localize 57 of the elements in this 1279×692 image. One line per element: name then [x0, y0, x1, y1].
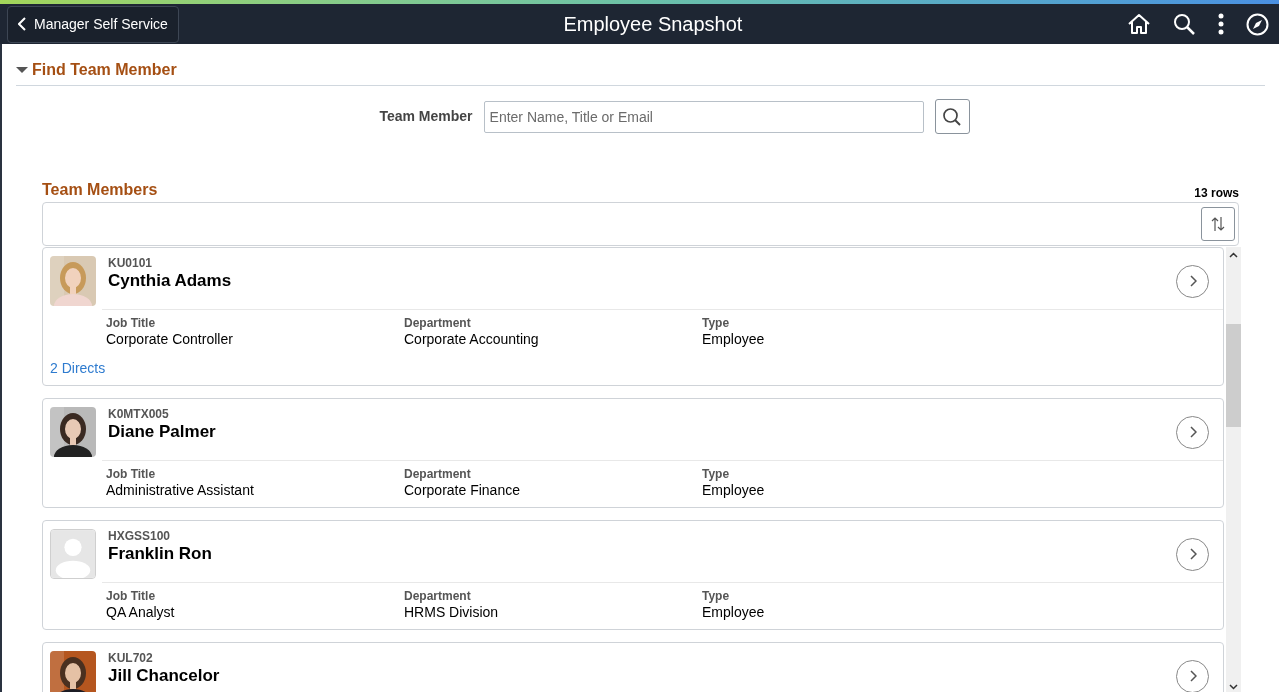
directs-link[interactable]: 2 Directs: [50, 360, 106, 376]
field-value: Employee: [702, 481, 766, 499]
search-icon: [942, 106, 963, 127]
employee-card[interactable]: K0MTX005 Diane Palmer Job Title Administrative Assistant Department Corporate Finance Type Employee: [42, 398, 1224, 508]
field-label: Department: [404, 316, 472, 330]
employee-name: Cynthia Adams: [108, 270, 233, 292]
employee-card[interactable]: KUL702 Jill Chancelor: [42, 642, 1224, 692]
sort-icon: [1210, 216, 1226, 232]
compass-icon[interactable]: [1246, 12, 1269, 36]
sort-button[interactable]: [1201, 207, 1235, 241]
employee-name: Franklin Ron: [108, 543, 213, 565]
search-icon[interactable]: [1173, 12, 1196, 36]
employee-name: Diane Palmer: [108, 421, 217, 443]
chevron-right-icon: [1188, 548, 1197, 560]
field-label: Job Title: [106, 589, 157, 603]
search-field[interactable]: Enter Name, Title or Email: [483, 100, 924, 133]
field-value: Corporate Accounting: [404, 330, 540, 348]
scrollbar[interactable]: [1226, 247, 1241, 692]
field-label: Job Title: [106, 467, 157, 481]
field-label: Type: [702, 316, 731, 330]
scroll-down-icon[interactable]: [1229, 684, 1238, 690]
search-button[interactable]: [934, 99, 970, 134]
field-value: Administrative Assistant: [106, 481, 255, 499]
employee-name: Jill Chancelor: [108, 665, 221, 687]
employee-id: HXGSS100: [108, 529, 172, 543]
chevron-right-icon: [1188, 275, 1197, 287]
field-label: Department: [404, 589, 472, 603]
field-value: Employee: [702, 603, 766, 621]
collapse-triangle-icon[interactable]: [16, 66, 28, 74]
field-label: Type: [702, 589, 731, 603]
chevron-left-icon: [18, 17, 26, 31]
employee-id: K0MTX005: [108, 407, 170, 421]
more-options-icon[interactable]: [1218, 13, 1224, 35]
list-title: Team Members: [42, 180, 158, 200]
field-value: HRMS Division: [404, 603, 500, 621]
employee-id: KU0101: [108, 256, 154, 270]
field-value: Employee: [702, 330, 766, 348]
row-count: 13 rows: [1194, 185, 1239, 202]
scroll-thumb[interactable]: [1226, 324, 1241, 427]
section-title[interactable]: Find Team Member: [32, 58, 177, 82]
scroll-up-icon[interactable]: [1229, 252, 1238, 258]
field-value: QA Analyst: [106, 603, 176, 621]
field-label: Type: [702, 467, 731, 481]
back-button[interactable]: Manager Self Service: [7, 5, 179, 43]
field-value: Corporate Controller: [106, 330, 234, 348]
field-label: Team Member: [379, 107, 473, 126]
employee-card[interactable]: HXGSS100 Franklin Ron Job Title QA Analyst Department HRMS Division Type Employee: [42, 520, 1224, 630]
avatar-placeholder-icon: [50, 529, 96, 579]
field-value: Corporate Finance: [404, 481, 521, 499]
page-title: Employee Snapshot: [563, 12, 743, 37]
chevron-right-icon: [1188, 670, 1197, 682]
field-label: Job Title: [106, 316, 157, 330]
employee-id: KUL702: [108, 651, 154, 665]
employee-card[interactable]: KU0101 Cynthia Adams Job Title Corporate Controller Department Corporate Accounting Type Employee 2 Directs: [42, 247, 1224, 386]
home-icon[interactable]: [1127, 13, 1151, 35]
chevron-right-icon: [1188, 426, 1197, 438]
field-label: Department: [404, 467, 472, 481]
